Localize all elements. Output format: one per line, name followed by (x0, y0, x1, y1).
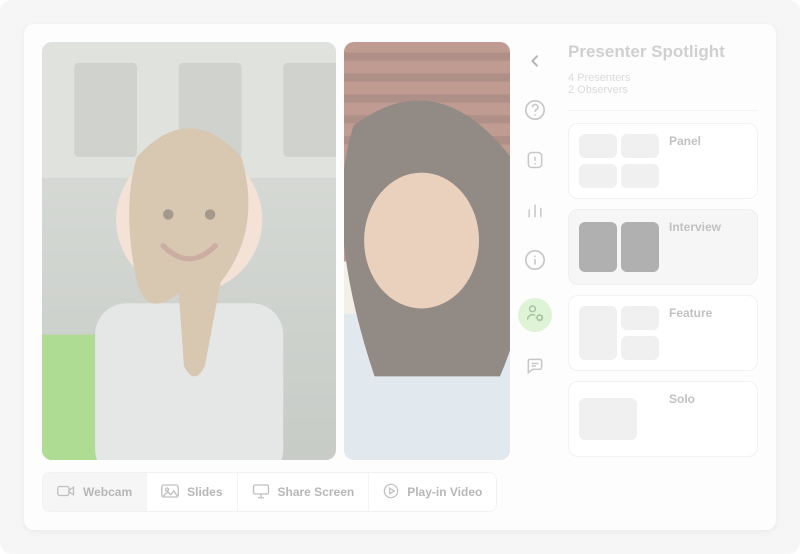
info-icon (524, 249, 546, 276)
user-gear-icon (525, 303, 545, 328)
video-area (42, 42, 502, 460)
image-icon (161, 484, 179, 501)
camera-icon (57, 484, 75, 501)
presenter-settings-button[interactable] (518, 298, 552, 332)
layout-option-solo[interactable]: Solo (568, 381, 758, 457)
chevron-left-icon (527, 53, 543, 74)
playin-video-button[interactable]: Play-in Video (369, 473, 496, 511)
interview-layout-icon (579, 220, 659, 274)
app-window: Webcam Slides (24, 24, 776, 530)
source-toolbar: Webcam Slides (42, 472, 497, 512)
solo-layout-icon (579, 392, 659, 446)
layout-label: Feature (669, 306, 712, 320)
observers-count: 2 Observers (568, 84, 758, 96)
panel-title: Presenter Spotlight (568, 42, 758, 62)
webcam-button[interactable]: Webcam (43, 473, 147, 511)
layout-option-interview[interactable]: Interview (568, 209, 758, 285)
alert-icon (525, 150, 545, 175)
presenters-count: 4 Presenters (568, 72, 758, 84)
slides-label: Slides (187, 485, 222, 499)
feature-layout-icon (579, 306, 659, 360)
participant-tile-1[interactable] (42, 42, 336, 460)
chat-icon (525, 356, 545, 381)
help-icon (524, 99, 546, 126)
vertical-icon-strip (514, 42, 556, 512)
layout-option-feature[interactable]: Feature (568, 295, 758, 371)
layout-option-panel[interactable]: Panel (568, 123, 758, 199)
polls-button[interactable] (521, 198, 549, 226)
layout-label: Panel (669, 134, 701, 148)
help-button[interactable] (521, 98, 549, 126)
share-label: Share Screen (278, 485, 355, 499)
play-icon (383, 483, 399, 502)
layout-label: Solo (669, 392, 695, 406)
presenter-spotlight-panel: Presenter Spotlight 4 Presenters 2 Obser… (568, 42, 758, 512)
main-row: Webcam Slides (42, 42, 758, 512)
layout-label: Interview (669, 220, 721, 234)
webcam-label: Webcam (83, 485, 132, 499)
collapse-panel-button[interactable] (522, 50, 548, 76)
monitor-icon (252, 483, 270, 502)
playin-label: Play-in Video (407, 485, 482, 499)
participant-tile-2[interactable] (344, 42, 510, 460)
video-column: Webcam Slides (42, 42, 502, 512)
share-screen-button[interactable]: Share Screen (238, 473, 370, 511)
chat-button[interactable] (521, 354, 549, 382)
bar-chart-icon (525, 200, 545, 225)
info-button[interactable] (521, 248, 549, 276)
slides-button[interactable]: Slides (147, 473, 237, 511)
divider (568, 110, 758, 111)
panel-layout-icon (579, 134, 659, 188)
alerts-button[interactable] (521, 148, 549, 176)
